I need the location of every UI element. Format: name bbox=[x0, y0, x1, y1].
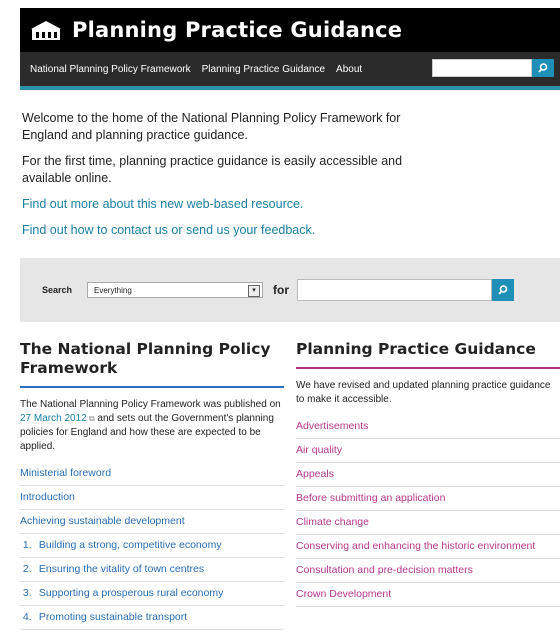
nppf-column: The National Planning Policy Framework T… bbox=[20, 340, 284, 630]
nav-search bbox=[432, 59, 554, 77]
for-label: for bbox=[273, 283, 289, 297]
ppg-list: Advertisements Air quality Appeals Befor… bbox=[296, 415, 560, 607]
intro-section: Welcome to the home of the National Plan… bbox=[22, 110, 422, 248]
nppf-list: Ministerial foreword Introduction Achiev… bbox=[20, 462, 284, 630]
search-band: Search Everything ▾ for bbox=[20, 258, 560, 322]
search-icon bbox=[538, 63, 548, 73]
list-item[interactable]: 3. Supporting a prosperous rural economy bbox=[20, 582, 284, 606]
ppg-column: Planning Practice Guidance We have revis… bbox=[296, 340, 560, 607]
nppf-heading: The National Planning Policy Framework bbox=[20, 340, 284, 388]
list-item[interactable]: Advertisements bbox=[296, 415, 560, 439]
search-scope-select[interactable]: Everything ▾ bbox=[87, 282, 263, 298]
site-header: Planning Practice Guidance bbox=[20, 8, 560, 52]
list-item[interactable]: Ministerial foreword bbox=[20, 462, 284, 486]
list-item[interactable]: Before submitting an application bbox=[296, 487, 560, 511]
crown-building-icon bbox=[31, 21, 61, 40]
intro-welcome: Welcome to the home of the National Plan… bbox=[22, 111, 401, 142]
intro-accessible: For the first time, planning practice gu… bbox=[22, 154, 403, 185]
contact-feedback-link[interactable]: Find out how to contact us or send us yo… bbox=[22, 222, 422, 239]
ppg-heading: Planning Practice Guidance bbox=[296, 340, 560, 369]
search-icon bbox=[498, 285, 508, 295]
list-item[interactable]: Introduction bbox=[20, 486, 284, 510]
list-item[interactable]: Climate change bbox=[296, 511, 560, 535]
external-link-icon: ⧉ bbox=[86, 414, 95, 423]
nppf-date-link[interactable]: 27 March 2012 bbox=[20, 413, 87, 424]
main-search-button[interactable] bbox=[492, 279, 514, 301]
list-item[interactable]: Achieving sustainable development bbox=[20, 510, 284, 534]
list-item[interactable]: 4. Promoting sustainable transport bbox=[20, 606, 284, 630]
nav-item-ppg[interactable]: Planning Practice Guidance bbox=[202, 64, 325, 75]
list-item[interactable]: Air quality bbox=[296, 439, 560, 463]
nppf-description: The National Planning Policy Framework w… bbox=[20, 398, 284, 454]
nppf-desc-text-1: The National Planning Policy Framework w… bbox=[20, 399, 281, 410]
nav-item-nppf[interactable]: National Planning Policy Framework bbox=[30, 64, 191, 75]
main-search-input[interactable] bbox=[297, 279, 492, 301]
page: Planning Practice Guidance National Plan… bbox=[0, 0, 560, 630]
list-item[interactable]: 2. Ensuring the vitality of town centres bbox=[20, 558, 284, 582]
list-item[interactable]: 1. Building a strong, competitive economy bbox=[20, 534, 284, 558]
list-item[interactable]: Consultation and pre-decision matters bbox=[296, 559, 560, 583]
main-search bbox=[297, 279, 514, 301]
search-scope-value: Everything bbox=[94, 286, 132, 295]
list-item[interactable]: Appeals bbox=[296, 463, 560, 487]
nav-search-input[interactable] bbox=[432, 59, 532, 77]
list-item[interactable]: Conserving and enhancing the historic en… bbox=[296, 535, 560, 559]
list-item[interactable]: Crown Development bbox=[296, 583, 560, 607]
site-title[interactable]: Planning Practice Guidance bbox=[72, 18, 402, 42]
main-nav: National Planning Policy Framework Plann… bbox=[20, 52, 560, 90]
chevron-down-icon: ▾ bbox=[248, 285, 260, 297]
find-out-more-link[interactable]: Find out more about this new web-based r… bbox=[22, 196, 422, 213]
nav-item-about[interactable]: About bbox=[336, 64, 362, 75]
ppg-description: We have revised and updated planning pra… bbox=[296, 380, 551, 405]
search-label: Search bbox=[42, 285, 73, 295]
nav-search-button[interactable] bbox=[532, 59, 554, 77]
